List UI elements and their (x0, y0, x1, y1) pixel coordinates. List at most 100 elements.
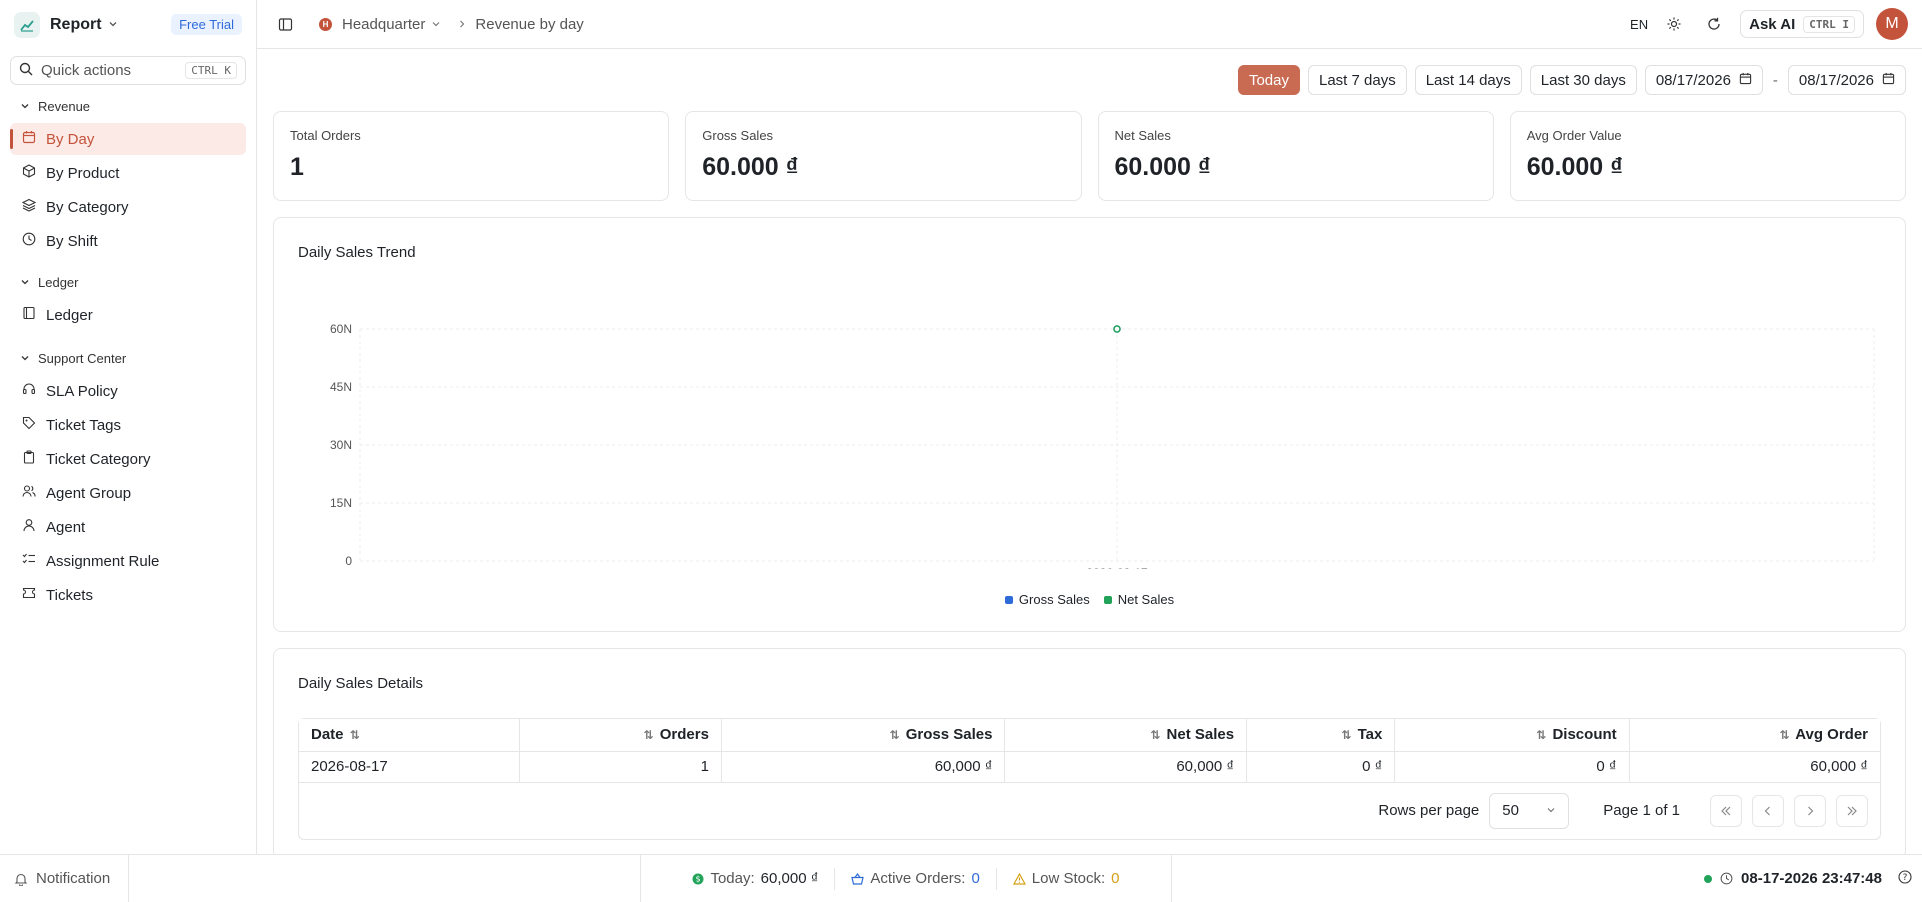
sidebar-item-label: Agent Group (46, 484, 132, 502)
active-orders-stat[interactable]: Active Orders: 0 (835, 870, 995, 887)
sidebar-group-title: Revenue (38, 98, 91, 114)
rows-per-page-value: 50 (1502, 802, 1519, 819)
y-tick-label: 60N (330, 322, 352, 336)
column-header-tax[interactable]: ⇅ Tax (1246, 719, 1396, 752)
brand-switcher[interactable]: Report Free Trial (0, 0, 256, 49)
sidebar-group-ledger[interactable]: Ledger (0, 267, 256, 297)
sidebar-item-agent-group[interactable]: Agent Group (10, 477, 246, 509)
column-header-avg-order[interactable]: ⇅ Avg Order (1629, 719, 1880, 752)
sidebar-group-support-center[interactable]: Support Center (0, 343, 256, 373)
today-value: 60,000 ₫ (760, 870, 819, 887)
table-header-row: Date ⇅ ⇅ Orders ⇅ Gross Sales ⇅ Net Sale… (299, 719, 1880, 752)
sidebar-item-sla-policy[interactable]: SLA Policy (10, 375, 246, 407)
dollar-circle-icon: $ (692, 873, 704, 884)
user-icon (22, 518, 36, 536)
column-header-gross-sales[interactable]: ⇅ Gross Sales (721, 719, 1006, 752)
rows-per-page-select[interactable]: 50 (1489, 792, 1570, 829)
ask-ai-button[interactable]: Ask AI CTRL I (1740, 10, 1864, 38)
low-stock-stat[interactable]: Low Stock: 0 (997, 870, 1136, 887)
sidebar-group-revenue[interactable]: Revenue (0, 91, 256, 121)
svg-text:$: $ (696, 874, 701, 883)
today-sales-stat: $ Today: 60,000 ₫ (676, 870, 834, 887)
sidebar-item-ticket-tags[interactable]: Ticket Tags (10, 409, 246, 441)
column-header-label: Net Sales (1166, 726, 1235, 744)
legend-item-net-sales[interactable]: Net Sales (1103, 592, 1175, 607)
sidebar-item-by-day[interactable]: By Day (10, 123, 246, 155)
calendar-icon (1882, 72, 1895, 89)
sidebar-toggle-icon[interactable] (271, 10, 299, 38)
brand-name: Report (50, 15, 102, 33)
workspace-badge-icon: H (319, 17, 332, 31)
date-from-picker[interactable]: 08/17/2026 (1644, 65, 1763, 95)
sidebar-item-ticket-category[interactable]: Ticket Category (10, 443, 246, 475)
theme-toggle-sun-icon[interactable] (1660, 10, 1688, 38)
sidebar-item-agent[interactable]: Agent (10, 511, 246, 543)
column-header-net-sales[interactable]: ⇅ Net Sales (1004, 719, 1248, 752)
chart-legend: Gross Sales Net Sales (274, 592, 1905, 607)
previous-page-button[interactable] (1752, 794, 1784, 827)
workspace-switcher[interactable]: Headquarter (342, 16, 425, 33)
column-header-discount[interactable]: ⇅ Discount (1394, 719, 1630, 752)
pagination: Rows per page 50 Page 1 of 1 (299, 783, 1880, 839)
filter-today-button[interactable]: Today (1237, 65, 1300, 95)
sidebar-item-ledger[interactable]: Ledger (10, 299, 246, 331)
sales-details-table: Date ⇅ ⇅ Orders ⇅ Gross Sales ⇅ Net Sale… (299, 719, 1880, 783)
language-switcher[interactable]: EN (1630, 17, 1648, 32)
column-header-orders[interactable]: ⇅ Orders (519, 719, 722, 752)
kpi-label: Avg Order Value (1526, 128, 1622, 143)
y-tick-label: 0 (345, 554, 352, 568)
chevrons-right-icon (1847, 806, 1857, 815)
sort-icon: ⇅ (643, 728, 654, 743)
book-icon (22, 306, 36, 324)
refresh-icon[interactable] (1700, 10, 1728, 38)
date-to-value: 08/17/2026 (1798, 71, 1874, 89)
help-icon[interactable]: ? (1898, 869, 1912, 888)
sidebar-item-tickets[interactable]: Tickets (10, 579, 246, 611)
sidebar-item-label: By Category (46, 198, 129, 216)
sidebar-item-by-shift[interactable]: By Shift (10, 225, 246, 257)
low-stock-label: Low Stock: (1031, 870, 1106, 887)
kpi-card-gross-sales: Gross Sales 60.000 ₫ (685, 111, 1082, 201)
free-trial-badge[interactable]: Free Trial (171, 14, 242, 35)
sidebar-item-label: Ticket Tags (46, 416, 122, 434)
users-icon (22, 484, 36, 502)
avatar[interactable]: M (1876, 8, 1908, 40)
chevron-down-icon (108, 16, 118, 33)
table-row[interactable]: 2026-08-17 1 60,000 ₫ 60,000 ₫ 0 ₫ 0 ₫ 6… (299, 751, 1880, 783)
legend-swatch (1004, 595, 1013, 604)
last-page-button[interactable] (1836, 794, 1868, 827)
basket-icon (851, 872, 865, 885)
y-tick-label: 45N (330, 380, 352, 394)
date-range-separator: - (1772, 71, 1778, 89)
legend-label: Net Sales (1117, 592, 1175, 607)
page-content: Today Last 7 days Last 14 days Last 30 d… (257, 49, 1922, 854)
next-page-button[interactable] (1794, 794, 1826, 827)
filter-last-14-days-button[interactable]: Last 14 days (1414, 65, 1522, 95)
breadcrumb-current-page: Revenue by day (475, 15, 584, 33)
notification-button[interactable]: Notification (0, 855, 129, 902)
date-to-picker[interactable]: 08/17/2026 (1787, 65, 1906, 95)
sidebar-item-assignment-rule[interactable]: Assignment Rule (10, 545, 246, 577)
tag-icon (22, 416, 36, 434)
legend-item-gross-sales[interactable]: Gross Sales (1004, 592, 1090, 607)
column-header-label: Orders (659, 726, 709, 744)
filter-last-7-days-button[interactable]: Last 7 days (1308, 65, 1407, 95)
kpi-card-net-sales: Net Sales 60.000 ₫ (1097, 111, 1494, 201)
quick-actions-search[interactable]: Quick actions CTRL K (10, 56, 246, 85)
date-from-value: 08/17/2026 (1655, 71, 1731, 89)
column-header-label: Tax (1357, 726, 1383, 744)
filter-last-30-days-button[interactable]: Last 30 days (1529, 65, 1637, 95)
sidebar-item-label: Tickets (46, 586, 93, 604)
sidebar-item-by-category[interactable]: By Category (10, 191, 246, 223)
legend-swatch (1103, 595, 1112, 604)
x-tick-label: 2026-08-17 (1086, 566, 1148, 569)
column-header-label: Avg Order (1795, 726, 1868, 744)
chart-area: 0 15N 30N 45N 60N 2026-08-17 Gross Sales Net … (274, 261, 1905, 631)
cell-gross-sales: 60,000 ₫ (721, 751, 1006, 783)
online-status-dot (1704, 874, 1713, 883)
kpi-label: Total Orders (290, 128, 361, 143)
legend-label: Gross Sales (1018, 592, 1090, 607)
first-page-button[interactable] (1710, 794, 1742, 827)
column-header-date[interactable]: Date ⇅ (299, 719, 521, 752)
sidebar-item-by-product[interactable]: By Product (10, 157, 246, 189)
